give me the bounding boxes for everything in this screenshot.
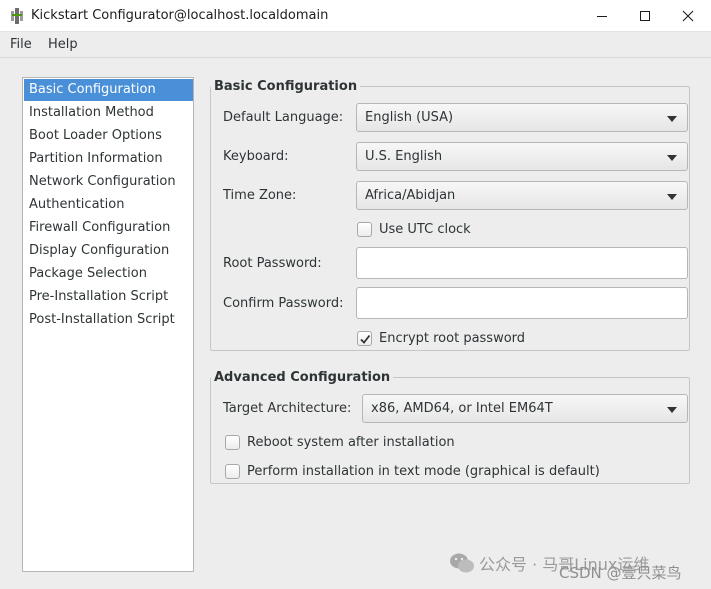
use-utc-clock-label: Use UTC clock [379,221,471,237]
target-architecture-label: Target Architecture: [223,401,352,416]
maximize-button[interactable] [622,0,668,32]
menu-bar: File Help [0,32,711,58]
sidebar-item-installation-method[interactable]: Installation Method [24,102,193,124]
default-language-dropdown[interactable]: English (USA) [356,103,688,132]
chevron-down-icon [667,155,677,161]
sidebar-item-basic-configuration[interactable]: Basic Configuration [24,79,193,101]
time-zone-dropdown[interactable]: Africa/Abidjan [356,181,688,210]
chevron-down-icon [667,194,677,200]
menu-help[interactable]: Help [48,37,78,52]
chevron-down-icon [667,407,677,413]
text-mode-install-checkbox[interactable]: Perform installation in text mode (graph… [225,462,600,480]
time-zone-label: Time Zone: [223,188,297,203]
confirm-password-label: Confirm Password: [223,296,344,311]
sidebar-item-display-configuration[interactable]: Display Configuration [24,240,193,262]
sidebar-item-boot-loader-options[interactable]: Boot Loader Options [24,125,193,147]
app-icon [10,8,24,24]
title-bar: Kickstart Configurator@localhost.localdo… [0,0,711,32]
time-zone-value: Africa/Abidjan [365,188,456,203]
maximize-icon [640,11,650,21]
checkbox-unchecked-icon [225,463,240,479]
default-language-value: English (USA) [365,110,454,125]
reboot-after-install-label: Reboot system after installation [247,434,455,450]
chevron-down-icon [667,116,677,122]
sidebar-item-package-selection[interactable]: Package Selection [24,263,193,285]
root-password-label: Root Password: [223,256,322,271]
close-button[interactable] [665,0,711,32]
checkbox-unchecked-icon [225,434,240,450]
minimize-button[interactable] [579,0,625,32]
sidebar-item-partition-information[interactable]: Partition Information [24,148,193,170]
sidebar-item-post-installation-script[interactable]: Post-Installation Script [24,309,193,331]
minimize-icon [597,16,607,17]
advanced-configuration-heading: Advanced Configuration [211,370,394,385]
checkbox-unchecked-icon [357,221,372,237]
keyboard-value: U.S. English [365,149,443,164]
wechat-icon [449,552,475,578]
text-mode-install-label: Perform installation in text mode (graph… [247,463,600,479]
reboot-after-install-checkbox[interactable]: Reboot system after installation [225,433,455,451]
target-architecture-dropdown[interactable]: x86, AMD64, or Intel EM64T [362,394,688,423]
menu-file[interactable]: File [10,37,32,52]
sidebar-item-pre-installation-script[interactable]: Pre-Installation Script [24,286,193,308]
checkmark-icon [357,330,372,346]
encrypt-root-password-label: Encrypt root password [379,330,526,346]
root-password-field[interactable] [356,247,688,279]
basic-configuration-heading: Basic Configuration [211,79,361,94]
use-utc-clock-checkbox[interactable]: Use UTC clock [357,220,471,238]
close-icon [682,10,694,22]
keyboard-dropdown[interactable]: U.S. English [356,142,688,171]
category-list: Basic Configuration Installation Method … [22,77,194,572]
watermark-author: CSDN @壹只菜鸟 [559,564,682,582]
sidebar-item-network-configuration[interactable]: Network Configuration [24,171,193,193]
watermark: 公众号 · 马哥Linux运维 CSDN @壹只菜鸟 [449,548,699,584]
window-title: Kickstart Configurator@localhost.localdo… [31,8,329,23]
target-architecture-value: x86, AMD64, or Intel EM64T [371,401,553,416]
keyboard-label: Keyboard: [223,149,289,164]
confirm-password-field[interactable] [356,287,688,319]
sidebar-item-firewall-configuration[interactable]: Firewall Configuration [24,217,193,239]
default-language-label: Default Language: [223,110,344,125]
encrypt-root-password-checkbox[interactable]: Encrypt root password [357,329,525,347]
sidebar-item-authentication[interactable]: Authentication [24,194,193,216]
